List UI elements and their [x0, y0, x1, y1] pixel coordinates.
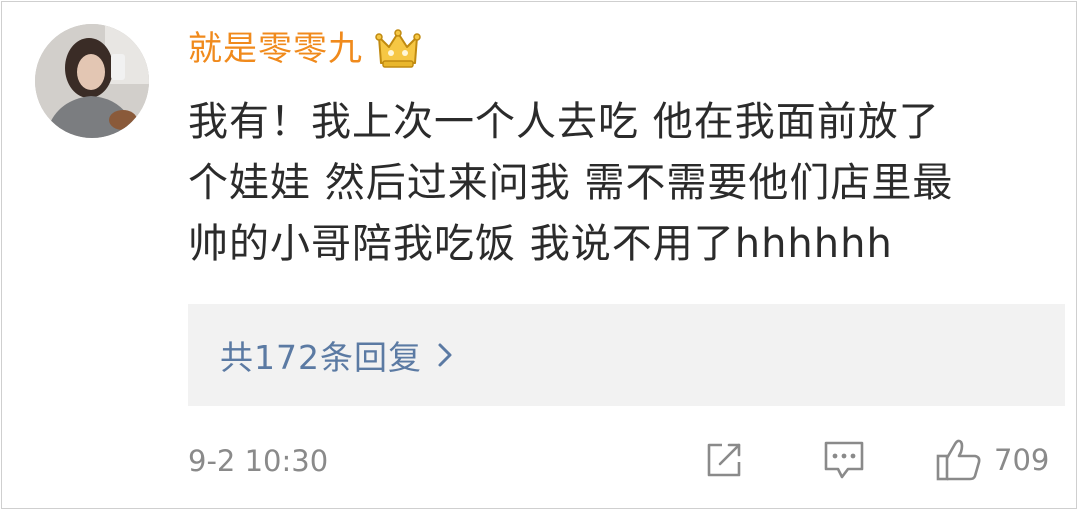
replies-label: 共172条回复	[220, 338, 422, 377]
avatar-photo-icon	[35, 24, 149, 138]
comment-text: 我有！我上次一个人去吃 他在我面前放了 个娃娃 然后过来问我 需不需要他们店里最…	[188, 92, 1048, 275]
comment-line: 个娃娃 然后过来问我 需不需要他们店里最	[188, 160, 954, 206]
like-count: 709	[994, 443, 1050, 477]
comment-button[interactable]	[820, 434, 868, 486]
username[interactable]: 就是零零九	[188, 24, 363, 74]
comment-line: 帅的小哥陪我吃饭 我说不用了hhhhhh	[188, 221, 893, 267]
comment-icon	[824, 441, 864, 479]
repost-button[interactable]	[702, 434, 746, 486]
replies-link[interactable]: 共172条回复	[188, 304, 1065, 406]
username-row: 就是零零九	[188, 24, 421, 74]
chevron-right-icon	[438, 343, 452, 367]
avatar[interactable]	[35, 24, 149, 138]
crown-badge-icon	[375, 29, 421, 68]
comment-card: 就是零零九 我有！我上次一个人去吃 他在我面前放了 个娃娃 然后过来问我 需不需…	[1, 1, 1077, 509]
timestamp: 9-2 10:30	[188, 444, 329, 478]
repost-icon	[707, 443, 741, 477]
thumbs-up-icon	[936, 439, 981, 481]
like-button[interactable]: 709	[934, 434, 1049, 486]
comment-line: 我有！我上次一个人去吃 他在我面前放了	[188, 99, 940, 145]
